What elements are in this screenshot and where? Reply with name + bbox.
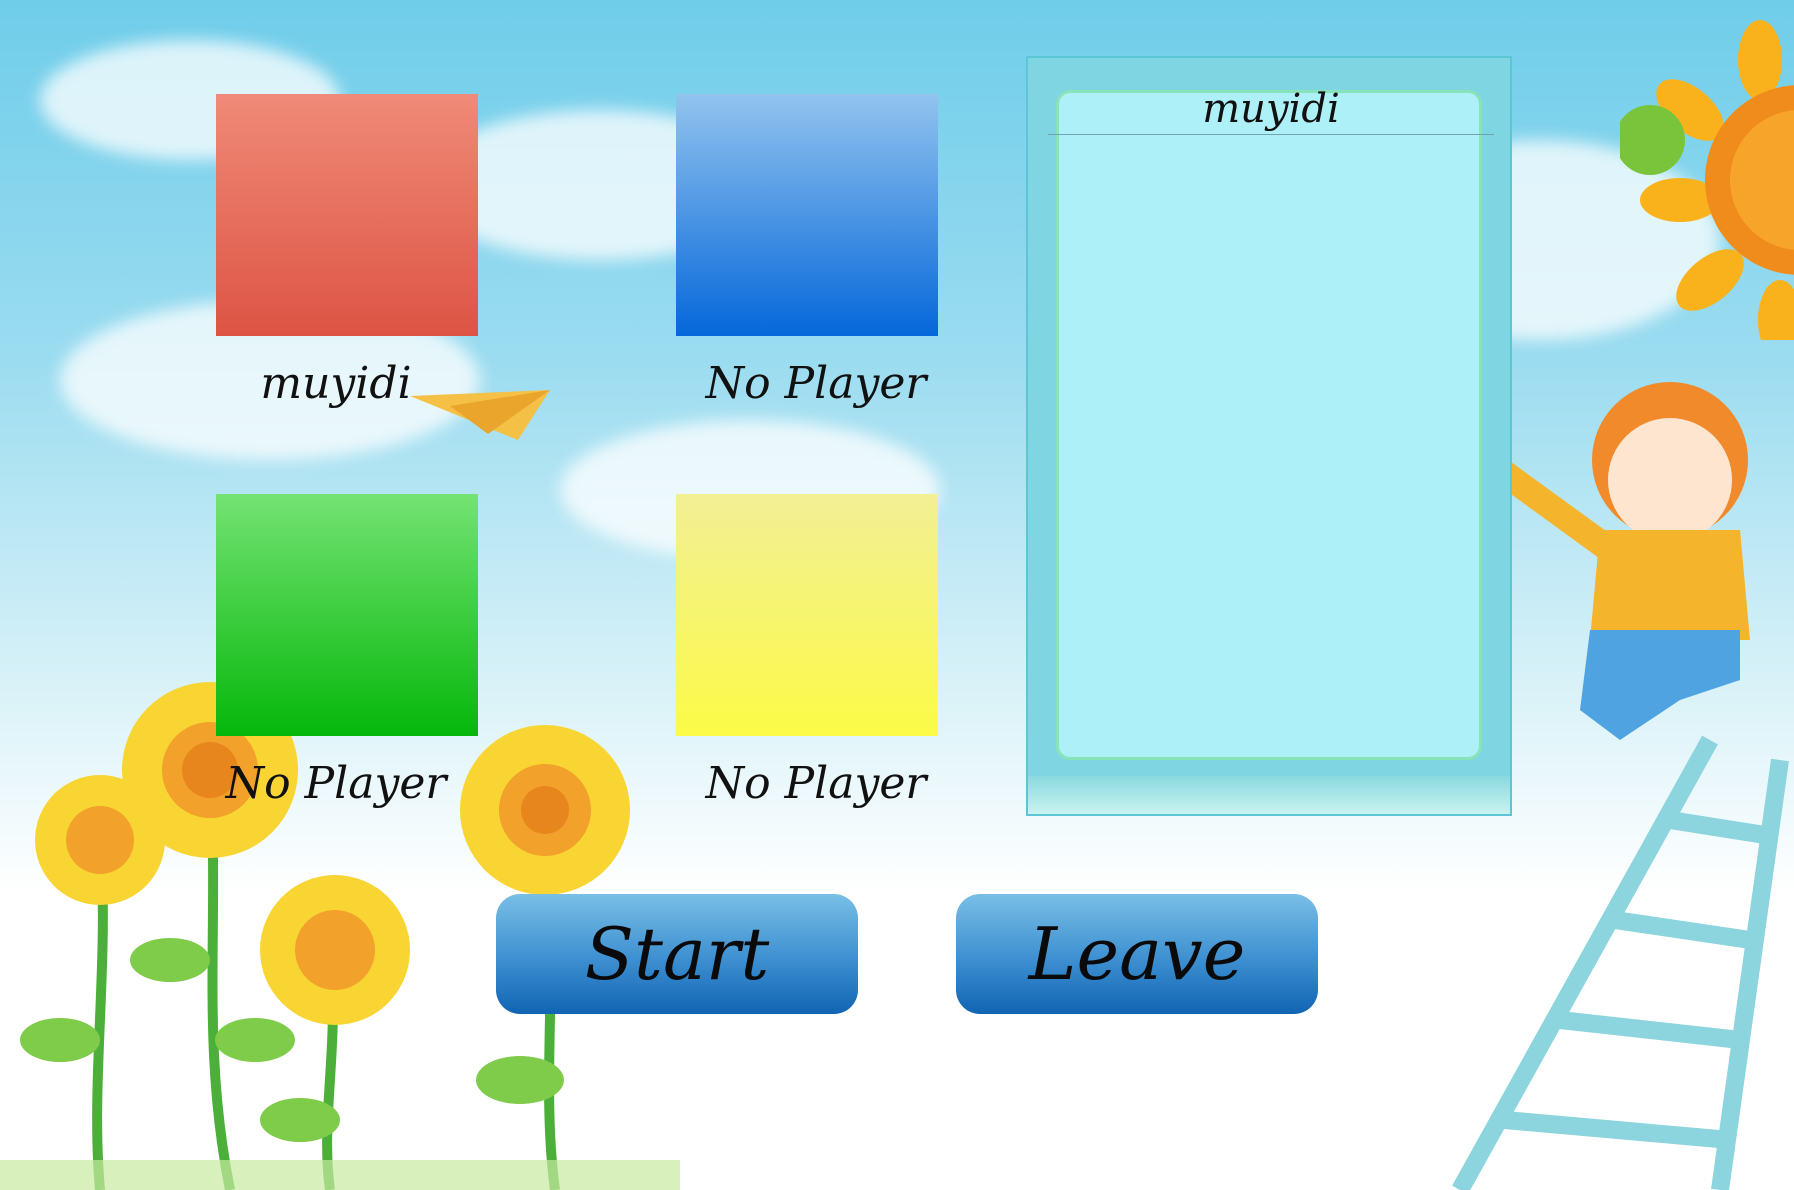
player-slot-red[interactable] [216, 94, 478, 336]
chat-panel-body[interactable] [1056, 90, 1482, 760]
chat-panel: muyidi [1026, 56, 1512, 816]
player-slot-green[interactable] [216, 494, 478, 736]
sun-icon [1620, 20, 1794, 340]
chat-panel-divider [1048, 134, 1494, 135]
player-name-blue: No Player [705, 358, 927, 409]
room-screen: muyidi No Player No Player No Player muy… [0, 0, 1794, 1190]
player-name-red: muyidi [260, 358, 412, 409]
player-slot-blue[interactable] [676, 94, 938, 336]
player-slot-yellow[interactable] [676, 494, 938, 736]
player-name-yellow: No Player [705, 758, 927, 809]
leave-button[interactable]: Leave [956, 894, 1318, 1014]
start-button[interactable]: Start [496, 894, 858, 1014]
chat-panel-title: muyidi [1202, 86, 1340, 132]
player-name-green: No Player [225, 758, 447, 809]
panel-flower-border [1028, 776, 1510, 814]
